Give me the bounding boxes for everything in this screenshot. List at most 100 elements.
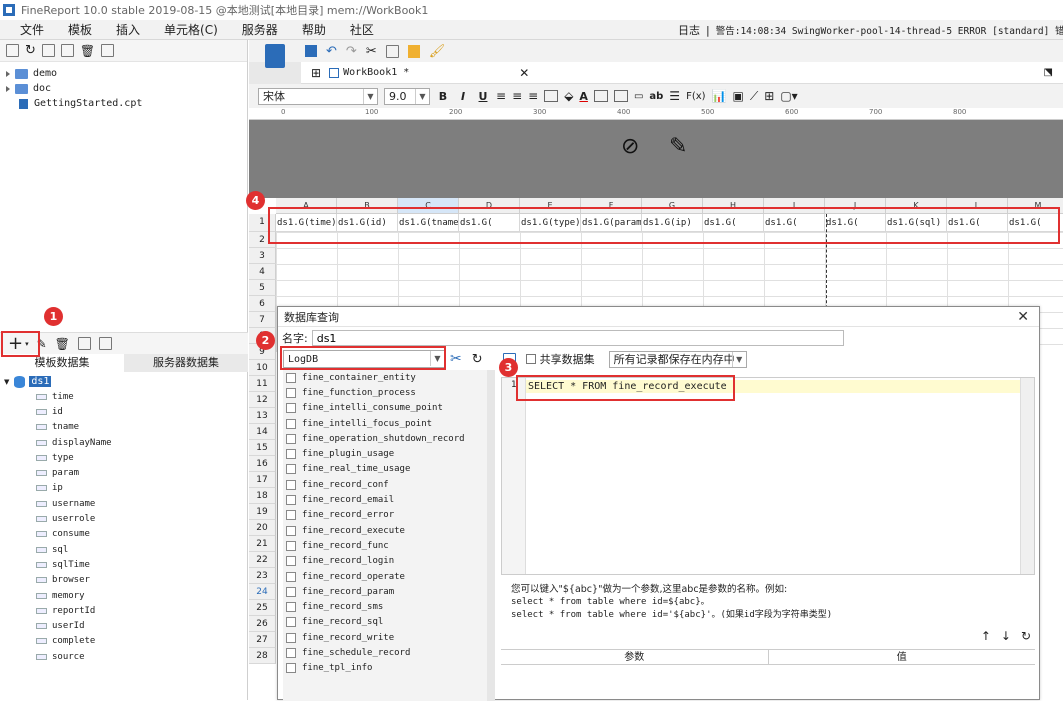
row-header[interactable]: 5	[249, 280, 276, 296]
field-item[interactable]: reportId	[0, 603, 248, 618]
table-item[interactable]: fine_schedule_record	[283, 645, 494, 660]
table-item[interactable]: fine_container_entity	[283, 370, 494, 385]
row-header[interactable]: 18	[249, 488, 276, 504]
workbook-tab[interactable]: WorkBook1 *	[343, 67, 409, 78]
save-icon[interactable]	[305, 45, 317, 57]
menu-help[interactable]: 帮助	[290, 21, 338, 38]
dataset-node[interactable]: ▼ ds1	[0, 374, 248, 389]
menu-server[interactable]: 服务器	[230, 21, 290, 38]
table-item[interactable]: fine_record_sms	[283, 599, 494, 614]
row-header[interactable]: 23	[249, 568, 276, 584]
field-item[interactable]: sqlTime	[0, 557, 248, 572]
chevron-down-icon[interactable]: ▼	[731, 351, 746, 367]
font-size-select[interactable]: 9.0 ▼	[384, 87, 430, 105]
align-right-icon[interactable]: ≡	[528, 89, 538, 103]
row-header[interactable]: 22	[249, 552, 276, 568]
menu-cell[interactable]: 单元格(C)	[152, 21, 230, 38]
table-item[interactable]: fine_tpl_info	[283, 661, 494, 676]
subreport-icon[interactable]: ⊞	[764, 89, 774, 103]
row-header[interactable]: 19	[249, 504, 276, 520]
field-item[interactable]: displayName	[0, 435, 248, 450]
row-header[interactable]: 21	[249, 536, 276, 552]
row-header[interactable]: 14	[249, 424, 276, 440]
lock-icon[interactable]	[60, 44, 74, 57]
maximize-icon[interactable]: ⬔	[1044, 67, 1053, 78]
table-item[interactable]: fine_record_conf	[283, 477, 494, 492]
log-link[interactable]: 日志	[678, 22, 700, 38]
row-header[interactable]: 10	[249, 360, 276, 376]
field-item[interactable]: browser	[0, 573, 248, 588]
eye-off-icon[interactable]: ⊘	[621, 134, 639, 159]
chevron-down-icon[interactable]: ▼	[363, 88, 377, 104]
font-color-icon[interactable]: A	[579, 90, 588, 103]
sql-editor[interactable]: 1 SELECT * FROM fine_record_execute	[501, 377, 1035, 575]
delete-icon[interactable]: 🗑	[80, 44, 95, 58]
edit-connection-icon[interactable]: ✂	[450, 351, 462, 367]
table-item[interactable]: fine_record_write	[283, 630, 494, 645]
connection-icon[interactable]	[98, 337, 112, 350]
align-center-icon[interactable]: ≡	[512, 89, 522, 103]
delete-icon[interactable]: 🗑	[55, 337, 70, 351]
field-item[interactable]: username	[0, 496, 248, 511]
font-select[interactable]: 宋体 ▼	[258, 87, 378, 105]
template-icon[interactable]	[265, 44, 285, 68]
text-cell-icon[interactable]: ▭	[634, 91, 643, 102]
table-list-scrollbar[interactable]	[487, 370, 495, 701]
more-icon[interactable]: ▢▾	[780, 89, 797, 103]
table-item[interactable]: fine_record_login	[283, 554, 494, 569]
table-item[interactable]: fine_intelli_consume_point	[283, 401, 494, 416]
row-header[interactable]: 11	[249, 376, 276, 392]
table-item[interactable]: fine_record_email	[283, 492, 494, 507]
table-item[interactable]: fine_operation_shutdown_record	[283, 431, 494, 446]
row-header[interactable]: 17	[249, 472, 276, 488]
refresh-icon[interactable]: ↻	[25, 43, 36, 58]
row-header[interactable]: 20	[249, 520, 276, 536]
row-header[interactable]: 13	[249, 408, 276, 424]
move-up-icon[interactable]: ↑	[981, 629, 991, 643]
field-item[interactable]: userId	[0, 618, 248, 633]
field-item[interactable]: ip	[0, 481, 248, 496]
menu-file[interactable]: 文件	[0, 21, 56, 38]
move-down-icon[interactable]: ↓	[1001, 629, 1011, 643]
table-item[interactable]: fine_function_process	[283, 385, 494, 400]
menu-template[interactable]: 模板	[56, 21, 104, 38]
new-folder-icon[interactable]	[6, 44, 19, 57]
close-tab-icon[interactable]: ✕	[519, 66, 529, 80]
align-left-icon[interactable]: ≡	[496, 89, 506, 103]
field-item[interactable]: tname	[0, 420, 248, 435]
field-item[interactable]: userrole	[0, 511, 248, 526]
row-header[interactable]: 7	[249, 312, 276, 328]
menu-community[interactable]: 社区	[338, 21, 386, 38]
row-header[interactable]: 28	[249, 648, 276, 664]
row-header[interactable]: 26	[249, 616, 276, 632]
chevron-down-icon[interactable]: ▼	[415, 88, 429, 104]
format-painter-icon[interactable]: 🖌	[429, 44, 446, 59]
row-header[interactable]: 24	[249, 584, 276, 600]
cut-icon[interactable]: ✂	[366, 44, 377, 59]
pencil-icon[interactable]: ✎	[669, 134, 687, 159]
row-header[interactable]: 27	[249, 632, 276, 648]
split-icon[interactable]	[613, 90, 628, 102]
field-item[interactable]: id	[0, 404, 248, 419]
chart-icon[interactable]: 📊	[712, 89, 727, 103]
table-item[interactable]: fine_record_operate	[283, 569, 494, 584]
copy-icon[interactable]	[385, 44, 399, 58]
italic-icon[interactable]: I	[456, 90, 470, 103]
refresh-icon[interactable]: ↻	[1021, 629, 1031, 643]
image-icon[interactable]: ▣	[733, 89, 744, 103]
row-header[interactable]: 3	[249, 248, 276, 264]
row-header[interactable]: 4	[249, 264, 276, 280]
undo-icon[interactable]: ↶	[326, 44, 337, 59]
row-header[interactable]: 12	[249, 392, 276, 408]
merge-icon[interactable]	[593, 90, 608, 102]
paste-icon[interactable]	[407, 44, 420, 58]
redo-icon[interactable]: ↷	[346, 44, 357, 59]
expand-icon[interactable]	[6, 70, 10, 77]
expand-icon[interactable]	[6, 85, 10, 92]
underline-icon[interactable]: U	[476, 90, 490, 103]
formula-icon[interactable]: F(x)	[686, 91, 705, 102]
field-item[interactable]: sql	[0, 542, 248, 557]
tree-item-gettingstarted[interactable]: GettingStarted.cpt	[0, 96, 247, 111]
tab-server-datasets[interactable]: 服务器数据集	[124, 354, 248, 372]
table-item[interactable]: fine_record_func	[283, 538, 494, 553]
